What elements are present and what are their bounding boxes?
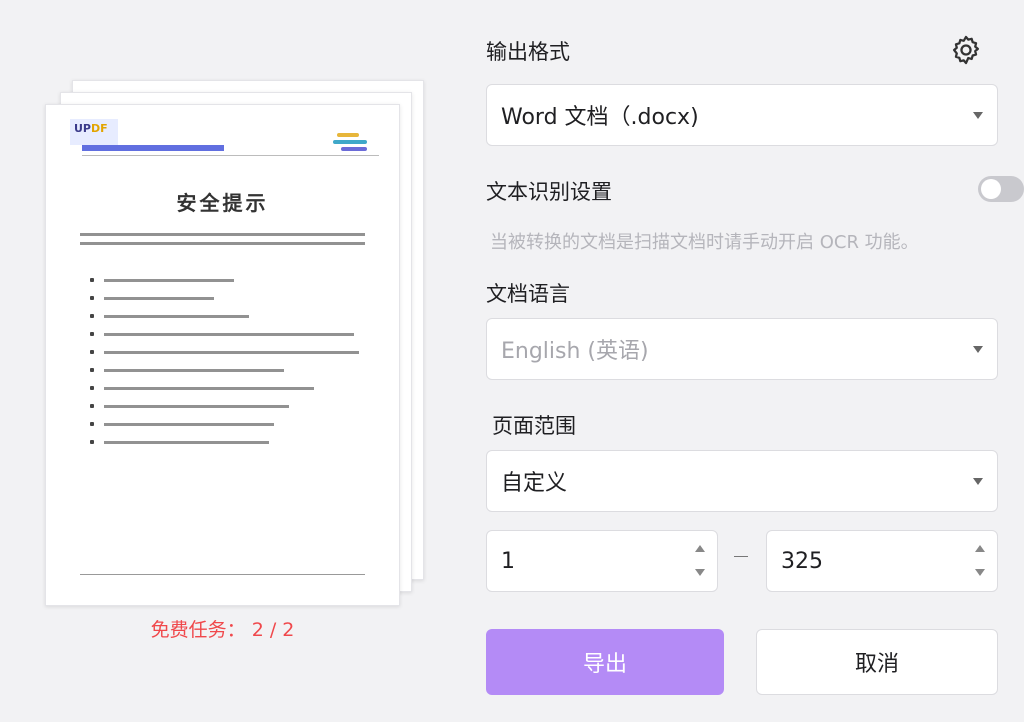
language-value: English (英语) (501, 339, 649, 364)
doc-bullet (90, 347, 369, 362)
doc-bullet (90, 365, 369, 380)
doc-header: UPDF (66, 115, 379, 156)
settings-button[interactable] (946, 30, 986, 70)
page-from-input[interactable]: 1 (486, 530, 718, 592)
output-format-value: Word 文档（.docx) (501, 105, 699, 130)
gear-icon (952, 35, 980, 65)
stepper-down-icon[interactable] (975, 569, 985, 576)
output-format-select[interactable]: Word 文档（.docx) (486, 84, 998, 146)
doc-bullet (90, 437, 369, 452)
doc-bullet (90, 383, 369, 398)
page-range-value: 自定义 (501, 471, 568, 496)
chevron-down-icon (973, 346, 983, 353)
stepper-down-icon[interactable] (695, 569, 705, 576)
stepper-up-icon[interactable] (975, 545, 985, 552)
doc-logo: UPDF (70, 119, 118, 145)
page-from-value: 1 (501, 548, 515, 574)
doc-bullet (90, 293, 369, 308)
doc-bullet (90, 275, 369, 290)
doc-right-logo (331, 131, 373, 153)
free-tasks-counter: 免费任务： 2 / 2 (45, 615, 400, 642)
doc-bullet (90, 419, 369, 434)
language-label: 文档语言 (486, 282, 570, 306)
document-preview: UPDF 安全提示 免费任务： 2 / 2 (0, 0, 450, 722)
toggle-knob (981, 179, 1001, 199)
language-select[interactable]: English (英语) (486, 318, 998, 380)
doc-bullet (90, 311, 369, 326)
doc-header-rule (82, 155, 379, 156)
doc-title: 安全提示 (176, 191, 269, 215)
free-tasks-count: 2 / 2 (251, 619, 295, 641)
doc-bullet (90, 401, 369, 416)
chevron-down-icon (973, 478, 983, 485)
doc-footer-rule (80, 574, 365, 575)
doc-bullet-list (90, 275, 369, 455)
preview-page-front: UPDF 安全提示 (45, 104, 400, 606)
conversion-settings-panel: 输出格式 Word 文档（.docx) 文本识别设置 当被转换的文档是扫描文档时… (486, 0, 1024, 722)
page-from-stepper[interactable] (693, 543, 707, 581)
range-separator (734, 556, 748, 557)
page-range-select[interactable]: 自定义 (486, 450, 998, 512)
cancel-button[interactable]: 取消 (756, 629, 998, 695)
chevron-down-icon (973, 112, 983, 119)
page-to-input[interactable]: 325 (766, 530, 998, 592)
stepper-up-icon[interactable] (695, 545, 705, 552)
page-to-stepper[interactable] (973, 543, 987, 581)
page-range-label: 页面范围 (492, 414, 576, 438)
ocr-label: 文本识别设置 (486, 180, 612, 204)
free-tasks-label: 免费任务： (150, 619, 246, 641)
ocr-toggle[interactable] (978, 176, 1024, 202)
doc-bullet (90, 329, 369, 344)
doc-paragraph (80, 233, 365, 251)
doc-header-blue-text (82, 145, 224, 151)
page-to-value: 325 (781, 548, 823, 574)
output-format-label: 输出格式 (486, 40, 570, 64)
export-button[interactable]: 导出 (486, 629, 724, 695)
ocr-hint: 当被转换的文档是扫描文档时请手动开启 OCR 功能。 (490, 232, 919, 253)
